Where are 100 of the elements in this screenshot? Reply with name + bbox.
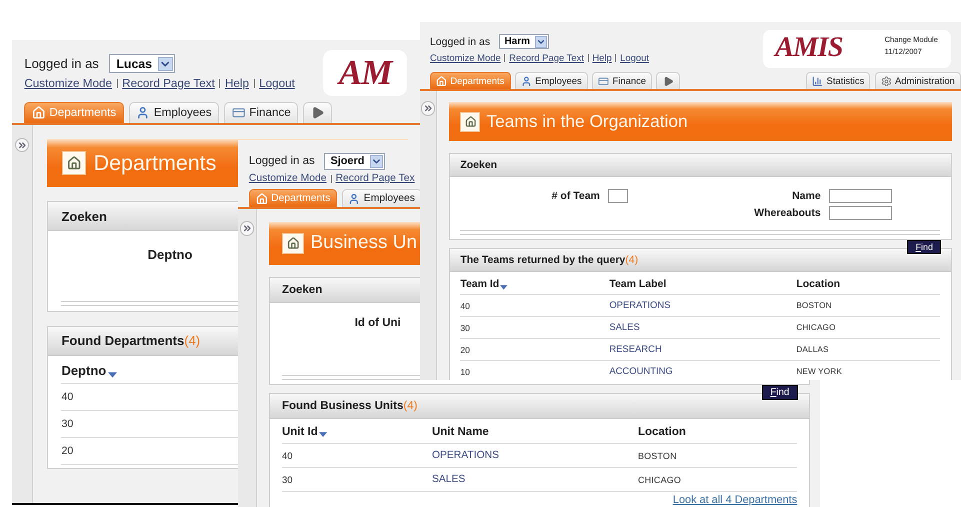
settings-icon <box>880 76 892 86</box>
text-field[interactable] <box>608 188 628 203</box>
header-link[interactable]: Help <box>224 77 249 90</box>
header-link[interactable]: Help <box>592 52 612 64</box>
house-icon <box>436 76 448 86</box>
header-link[interactable]: Logout <box>259 77 295 90</box>
tab[interactable]: Finance <box>224 102 298 123</box>
table-cell: 20 <box>460 344 470 355</box>
person-icon <box>348 192 360 205</box>
footer-link[interactable]: Look at all 4 Departments <box>672 494 798 506</box>
chevron-down-icon <box>534 36 547 48</box>
panel-title: Found Departments(4) <box>61 333 200 348</box>
header-link[interactable]: Customize Mode <box>430 52 501 64</box>
table-cell: 30 <box>282 474 292 486</box>
table-cell: 30 <box>61 418 74 430</box>
field-label: # of Team <box>552 190 600 202</box>
header-link[interactable]: Record Page Tex <box>336 173 415 184</box>
tab[interactable]: Employees <box>128 102 220 123</box>
sort-arrow-icon <box>318 432 327 438</box>
column-header[interactable]: Unit Name <box>432 426 489 438</box>
header-link[interactable]: Logout <box>620 52 649 64</box>
panel-title: The Teams returned by the query(4) <box>460 254 638 266</box>
table-cell: BOSTON <box>796 301 832 310</box>
logo: AMIS <box>775 31 843 66</box>
house-icon <box>256 192 268 205</box>
field-label: Deptno <box>148 246 192 262</box>
chevrons-right-icon <box>16 140 28 150</box>
column-header[interactable]: Deptno <box>61 362 117 378</box>
sort-arrow-icon <box>500 284 508 290</box>
sort-arrow-icon <box>108 372 117 378</box>
header-link[interactable]: Record Page Text <box>122 77 215 90</box>
cell-link[interactable]: RESEARCH <box>609 344 662 356</box>
user-select[interactable]: Sjoerd <box>324 152 386 170</box>
panel-title: Zoeken <box>61 208 107 224</box>
column-header[interactable]: Location <box>796 278 840 290</box>
tab[interactable]: Statistics <box>806 72 870 89</box>
find-button[interactable]: Find <box>762 385 798 400</box>
tab[interactable]: Employees <box>514 72 588 89</box>
house-icon <box>282 232 304 254</box>
header-link[interactable]: Customize Mode <box>24 77 112 90</box>
card-icon <box>232 106 246 120</box>
house-icon <box>62 151 86 176</box>
header-link[interactable]: Customize Mode <box>248 173 327 184</box>
panel-title: Zoeken <box>282 284 322 296</box>
table-cell: 20 <box>61 445 74 458</box>
table-cell: CHICAGO <box>638 474 682 485</box>
page-title: Departments <box>94 150 216 176</box>
expand-button[interactable] <box>240 220 254 236</box>
column-header[interactable]: Location <box>638 426 686 438</box>
table-cell: 40 <box>460 300 470 311</box>
panel-title: Found Business Units(4) <box>282 400 418 412</box>
field-label: Name <box>792 190 821 202</box>
cell-link[interactable]: SALES <box>609 322 640 334</box>
more-tabs-button[interactable] <box>303 102 332 123</box>
table-cell: 30 <box>460 322 470 333</box>
cell-link[interactable]: OPERATIONS <box>609 300 670 312</box>
more-tabs-button[interactable] <box>656 72 680 89</box>
table-cell: 40 <box>61 391 74 404</box>
expand-button[interactable] <box>420 101 436 116</box>
logo: AM <box>338 52 392 94</box>
page-title: Teams in the Organization <box>486 111 688 132</box>
chevrons-right-icon <box>242 222 252 234</box>
table-cell: 40 <box>282 450 292 462</box>
text-field[interactable] <box>829 188 892 203</box>
user-select[interactable]: Lucas <box>109 54 176 74</box>
field-label: Id of Uni <box>354 317 401 330</box>
text-field[interactable] <box>829 206 892 220</box>
chevron-down-icon <box>370 154 383 168</box>
table-cell: NEW YORK <box>796 367 842 376</box>
person-icon <box>520 76 532 86</box>
person-icon <box>136 106 150 120</box>
header-link[interactable]: Record Page Text <box>509 52 584 64</box>
cell-link[interactable]: ACCOUNTING <box>609 366 673 378</box>
tab[interactable]: Administration <box>874 72 961 89</box>
tab[interactable]: Employees <box>342 189 422 208</box>
column-header[interactable]: Unit Id <box>282 426 327 438</box>
logged-in-label: Logged in as <box>248 155 315 168</box>
table-cell: 10 <box>460 366 470 377</box>
panel-title: Zoeken <box>460 158 498 171</box>
chevron-down-icon <box>158 56 173 71</box>
chevrons-right-icon <box>422 103 434 114</box>
house-icon <box>460 112 480 132</box>
logged-in-label: Logged in as <box>24 56 99 72</box>
logged-in-label: Logged in as <box>430 36 490 48</box>
column-header[interactable]: Team Label <box>609 278 666 290</box>
table-cell: CHICAGO <box>796 323 836 332</box>
table-cell: DALLAS <box>796 345 829 354</box>
page-title: Business Un <box>310 232 418 254</box>
card-icon <box>598 76 610 86</box>
find-button[interactable]: Find <box>907 240 942 254</box>
cell-link[interactable]: SALES <box>432 474 466 486</box>
user-select[interactable]: Harm <box>498 34 550 50</box>
play-icon <box>310 106 324 120</box>
cell-link[interactable]: OPERATIONS <box>432 450 500 462</box>
house-icon <box>32 106 46 120</box>
bar-chart-icon <box>812 76 824 86</box>
expand-button[interactable] <box>14 138 30 152</box>
tab[interactable]: Finance <box>592 72 652 89</box>
table-cell: BOSTON <box>638 450 677 461</box>
column-header[interactable]: Team Id <box>460 278 508 290</box>
